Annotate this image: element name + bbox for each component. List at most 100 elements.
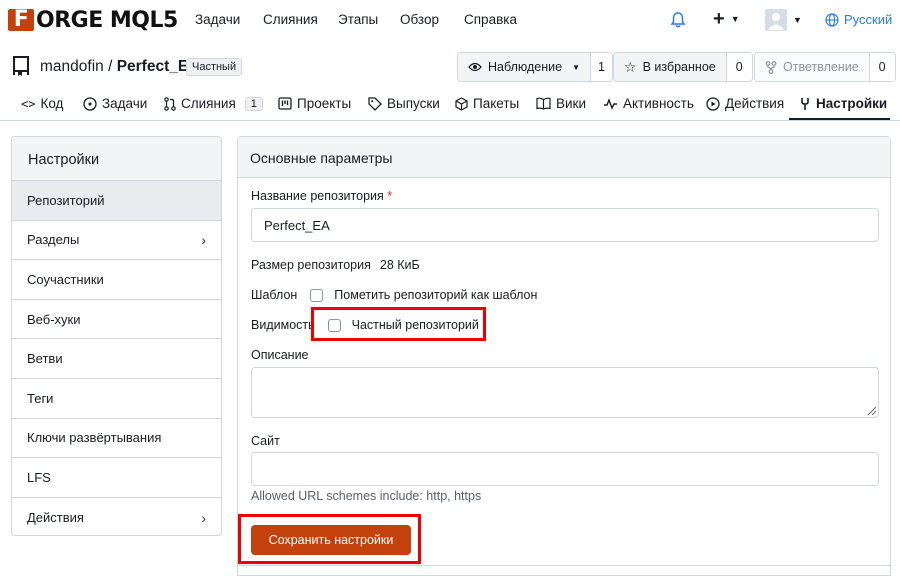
tab-projects[interactable]: Проекты	[278, 96, 351, 111]
sidebar-item-deploy-keys[interactable]: Ключи развёртывания	[12, 419, 221, 459]
globe-icon	[825, 12, 839, 27]
section-divider	[238, 565, 890, 566]
visibility-label: Видимость	[251, 318, 315, 332]
tab-label: Пакеты	[473, 96, 520, 111]
fork-button-group: Ответвление 0	[754, 52, 896, 82]
bell-icon[interactable]	[670, 11, 686, 29]
fork-button[interactable]: Ответвление	[755, 53, 870, 81]
repo-name-label: Название репозитория *	[251, 189, 392, 203]
sidebar-item-lfs[interactable]: LFS	[12, 458, 221, 498]
nav-pulls[interactable]: Слияния	[263, 12, 318, 27]
project-icon	[278, 97, 292, 110]
sidebar-item-units[interactable]: Разделы ›	[12, 221, 221, 261]
repo-name-input[interactable]: Perfect_EA	[251, 208, 879, 242]
url-schemes-hint: Allowed URL schemes include: http, https	[251, 489, 482, 503]
template-checkbox-label[interactable]: Пометить репозиторий как шаблон	[334, 288, 537, 302]
sidebar-item-label: LFS	[27, 469, 51, 485]
tab-label: Задачи	[102, 96, 148, 111]
logo-mark: F	[8, 9, 34, 31]
tab-wiki[interactable]: Вики	[536, 96, 586, 111]
language-label: Русский	[844, 12, 893, 27]
sidebar-item-label: Ветви	[27, 351, 63, 367]
sidebar-item-repository[interactable]: Репозиторий	[12, 181, 221, 221]
fork-label: Ответвление	[783, 60, 859, 74]
website-input[interactable]	[251, 452, 879, 486]
template-checkbox[interactable]	[310, 288, 324, 302]
code-icon: <>	[21, 96, 36, 111]
pulse-icon	[604, 97, 617, 110]
avatar	[765, 9, 787, 31]
sidebar-title: Настройки	[12, 137, 221, 181]
sidebar-item-label: Веб-хуки	[27, 311, 81, 327]
star-label: В избранное	[642, 60, 716, 74]
watch-button-group: Наблюдение ▼ 1	[457, 52, 613, 82]
sidebar-item-collaborators[interactable]: Соучастники	[12, 260, 221, 300]
sidebar-item-actions[interactable]: Действия ›	[12, 498, 221, 535]
nav-milestones[interactable]: Этапы	[338, 12, 378, 27]
sidebar-item-branches[interactable]: Ветви	[12, 339, 221, 379]
nav-issues[interactable]: Задачи	[195, 12, 240, 27]
sidebar-item-label: Действия	[27, 510, 84, 526]
tab-label: Слияния	[181, 96, 236, 111]
tab-settings[interactable]: Настройки	[799, 96, 887, 111]
plus-icon: +	[713, 8, 725, 30]
create-menu[interactable]: + ▼	[713, 8, 740, 30]
play-icon	[706, 96, 720, 111]
template-label: Шаблон	[251, 288, 298, 302]
tab-issues[interactable]: Задачи	[83, 96, 147, 111]
caret-down-icon: ▼	[730, 14, 740, 24]
tools-icon	[801, 97, 809, 110]
tab-label: Действия	[725, 96, 785, 111]
sidebar-item-webhooks[interactable]: Веб-хуки	[12, 300, 221, 340]
repo-size-row: Размер репозитория 28 КиБ	[251, 258, 420, 272]
star-button[interactable]: ☆ В избранное	[614, 53, 727, 81]
required-asterisk: *	[387, 189, 393, 203]
tab-activity[interactable]: Активность	[603, 96, 694, 111]
star-count[interactable]: 0	[726, 53, 752, 81]
tab-label: Активность	[623, 96, 694, 111]
caret-down-icon: ▼	[793, 15, 802, 25]
watch-count[interactable]: 1	[590, 53, 612, 81]
tab-actions[interactable]: Действия	[706, 96, 784, 111]
tab-label: Вики	[556, 96, 586, 111]
description-label: Описание	[251, 348, 309, 362]
watch-button[interactable]: Наблюдение ▼	[458, 53, 591, 81]
nav-help[interactable]: Справка	[464, 12, 517, 27]
website-label: Сайт	[251, 434, 280, 448]
language-selector[interactable]: Русский	[825, 12, 892, 27]
star-button-group: ☆ В избранное 0	[613, 52, 753, 82]
resize-handle-icon[interactable]	[866, 405, 876, 415]
site-logo[interactable]: F ORGE MQL5	[8, 7, 178, 33]
tab-code[interactable]: <> Код	[21, 96, 63, 111]
settings-sidebar: Настройки Репозиторий Разделы › Соучастн…	[11, 136, 222, 536]
repo-icon	[13, 56, 29, 76]
repo-tabs: <> Код Задачи Слияния 1 Проекты Выпуски …	[0, 88, 900, 121]
repo-name-label-text: Название репозитория	[251, 189, 384, 203]
tab-label: Выпуски	[387, 96, 440, 111]
repo-title: mandofin / Perfect_EA	[40, 58, 200, 75]
tag-icon	[368, 96, 382, 111]
fork-count[interactable]: 0	[869, 53, 895, 81]
issue-icon	[83, 96, 97, 111]
caret-down-icon: ▼	[572, 62, 580, 72]
logo-text: ORGE MQL5	[36, 7, 178, 33]
pull-request-icon	[164, 96, 176, 111]
active-tab-indicator	[789, 118, 890, 120]
nav-explore[interactable]: Обзор	[400, 12, 439, 27]
tab-label: Проекты	[297, 96, 352, 111]
user-menu[interactable]: ▼	[765, 9, 802, 31]
tab-pulls[interactable]: Слияния 1	[164, 96, 263, 111]
tab-releases[interactable]: Выпуски	[368, 96, 440, 111]
watch-label: Наблюдение	[488, 60, 563, 74]
tab-packages[interactable]: Пакеты	[455, 96, 519, 111]
section-title: Основные параметры	[238, 137, 890, 178]
sidebar-item-tags[interactable]: Теги	[12, 379, 221, 419]
annotation-highlight-save	[238, 514, 421, 564]
description-textarea[interactable]	[251, 367, 879, 418]
eye-icon	[468, 62, 482, 72]
tab-label: Код	[40, 96, 64, 111]
chevron-right-icon: ›	[201, 231, 206, 248]
basic-settings-panel: Основные параметры Название репозитория …	[237, 136, 891, 576]
top-navbar: F ORGE MQL5 Задачи Слияния Этапы Обзор С…	[0, 0, 900, 40]
repo-owner-link[interactable]: mandofin	[40, 58, 104, 75]
